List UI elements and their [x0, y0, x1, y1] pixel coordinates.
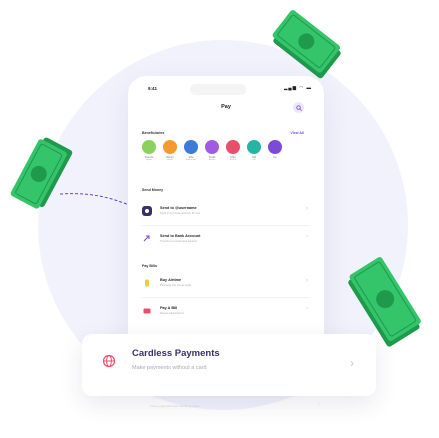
divider — [142, 297, 310, 298]
phone-icon — [142, 278, 152, 288]
beneficiary-surname: Ayobi — [167, 159, 173, 161]
beneficiary-item[interactable]: Tunde Afolabi — [205, 140, 219, 161]
beneficiary-surname: Emmanuel — [185, 159, 197, 161]
avatar — [226, 140, 240, 154]
chevron-right-icon: › — [306, 234, 308, 240]
divider — [142, 225, 310, 226]
buy-airtime-row[interactable]: Buy Airtime Recharge any phone easily › — [142, 276, 310, 298]
avatar — [268, 140, 282, 154]
beneficiary-item[interactable]: Francis Ayobi — [142, 140, 156, 161]
avatar — [142, 140, 156, 154]
beneficiary-name: Ke — [273, 156, 277, 159]
beneficiary-surname: Afolabi — [208, 159, 216, 161]
phone-notch — [190, 84, 246, 95]
send-to-username-row[interactable]: Send to @username Send to any Kuda accou… — [142, 204, 310, 226]
phone-screen: 9:41 ▂▄▆ ◠ ▬ Pay Beneficiaries View All … — [128, 76, 324, 366]
beneficiary-surname: Obi — [252, 159, 256, 161]
row-subtitle: Transfer to a local bank account — [160, 240, 197, 243]
chevron-right-icon: › — [306, 206, 308, 212]
row-title: Buy Airtime — [160, 278, 182, 282]
row-subtitle: Send to any Kuda account, for free — [160, 212, 201, 215]
standing-orders-row[interactable]: Future payments and standing orders › — [110, 402, 330, 416]
beneficiary-surname: Ayobi — [146, 159, 152, 161]
send-money-label: Send Money — [142, 188, 164, 192]
pay-a-bill-row[interactable]: Pay A Bill Renew subscriptions › — [142, 304, 310, 326]
card-title: Cardless Payments — [132, 348, 220, 359]
beneficiary-surname: Bashir — [229, 159, 237, 161]
beneficiary-list: Francis Ayobi Nkeiru Ayobi John Emmanuel Tu… — [142, 140, 282, 161]
chevron-right-icon: › — [318, 402, 320, 408]
avatar — [247, 140, 261, 154]
beneficiary-item[interactable]: Gift Obi — [247, 140, 261, 161]
beneficiary-item[interactable]: John Emmanuel — [184, 140, 198, 161]
send-to-bank-row[interactable]: Send to Bank Account Transfer to a local… — [142, 232, 310, 254]
chevron-right-icon: › — [350, 356, 354, 370]
cardless-payments-card[interactable]: Cardless Payments Make payments without … — [82, 334, 376, 396]
status-bar: 9:41 ▂▄▆ ◠ ▬ — [128, 76, 324, 96]
money-note-top-right-icon — [272, 10, 341, 79]
row-title: Pay A Bill — [160, 306, 178, 310]
row-title: Send to @username — [160, 206, 197, 210]
status-icons: ▂▄▆ ◠ ▬ — [283, 85, 312, 90]
view-all-link[interactable]: View All — [290, 131, 304, 135]
beneficiary-item[interactable]: Nkeiru Ayobi — [163, 140, 177, 161]
card-subtitle: Make payments without a card — [132, 365, 207, 371]
search-button[interactable] — [293, 102, 304, 113]
bank-send-icon — [142, 234, 152, 244]
avatar — [163, 140, 177, 154]
globe-icon — [102, 354, 116, 368]
search-icon — [295, 104, 302, 111]
pay-bills-label: Pay Bills — [142, 264, 157, 268]
chevron-right-icon: › — [306, 306, 308, 312]
row-title: Send to Bank Account — [160, 234, 201, 238]
username-icon — [142, 206, 152, 216]
row-subtitle: Recharge any phone easily — [160, 284, 192, 287]
status-time: 9:41 — [148, 86, 158, 91]
beneficiary-item[interactable]: Mati Bashir — [226, 140, 240, 161]
stage: 9:41 ▂▄▆ ◠ ▬ Pay Beneficiaries View All … — [0, 0, 439, 438]
row-subtitle: Renew subscriptions — [160, 312, 184, 315]
avatar — [184, 140, 198, 154]
chevron-right-icon: › — [306, 278, 308, 284]
avatar — [205, 140, 219, 154]
bill-icon — [142, 306, 152, 316]
row-subtitle: Future payments and standing orders — [150, 404, 200, 408]
beneficiaries-label: Beneficiaries — [142, 131, 165, 135]
beneficiary-item[interactable]: Ke — [268, 140, 282, 161]
